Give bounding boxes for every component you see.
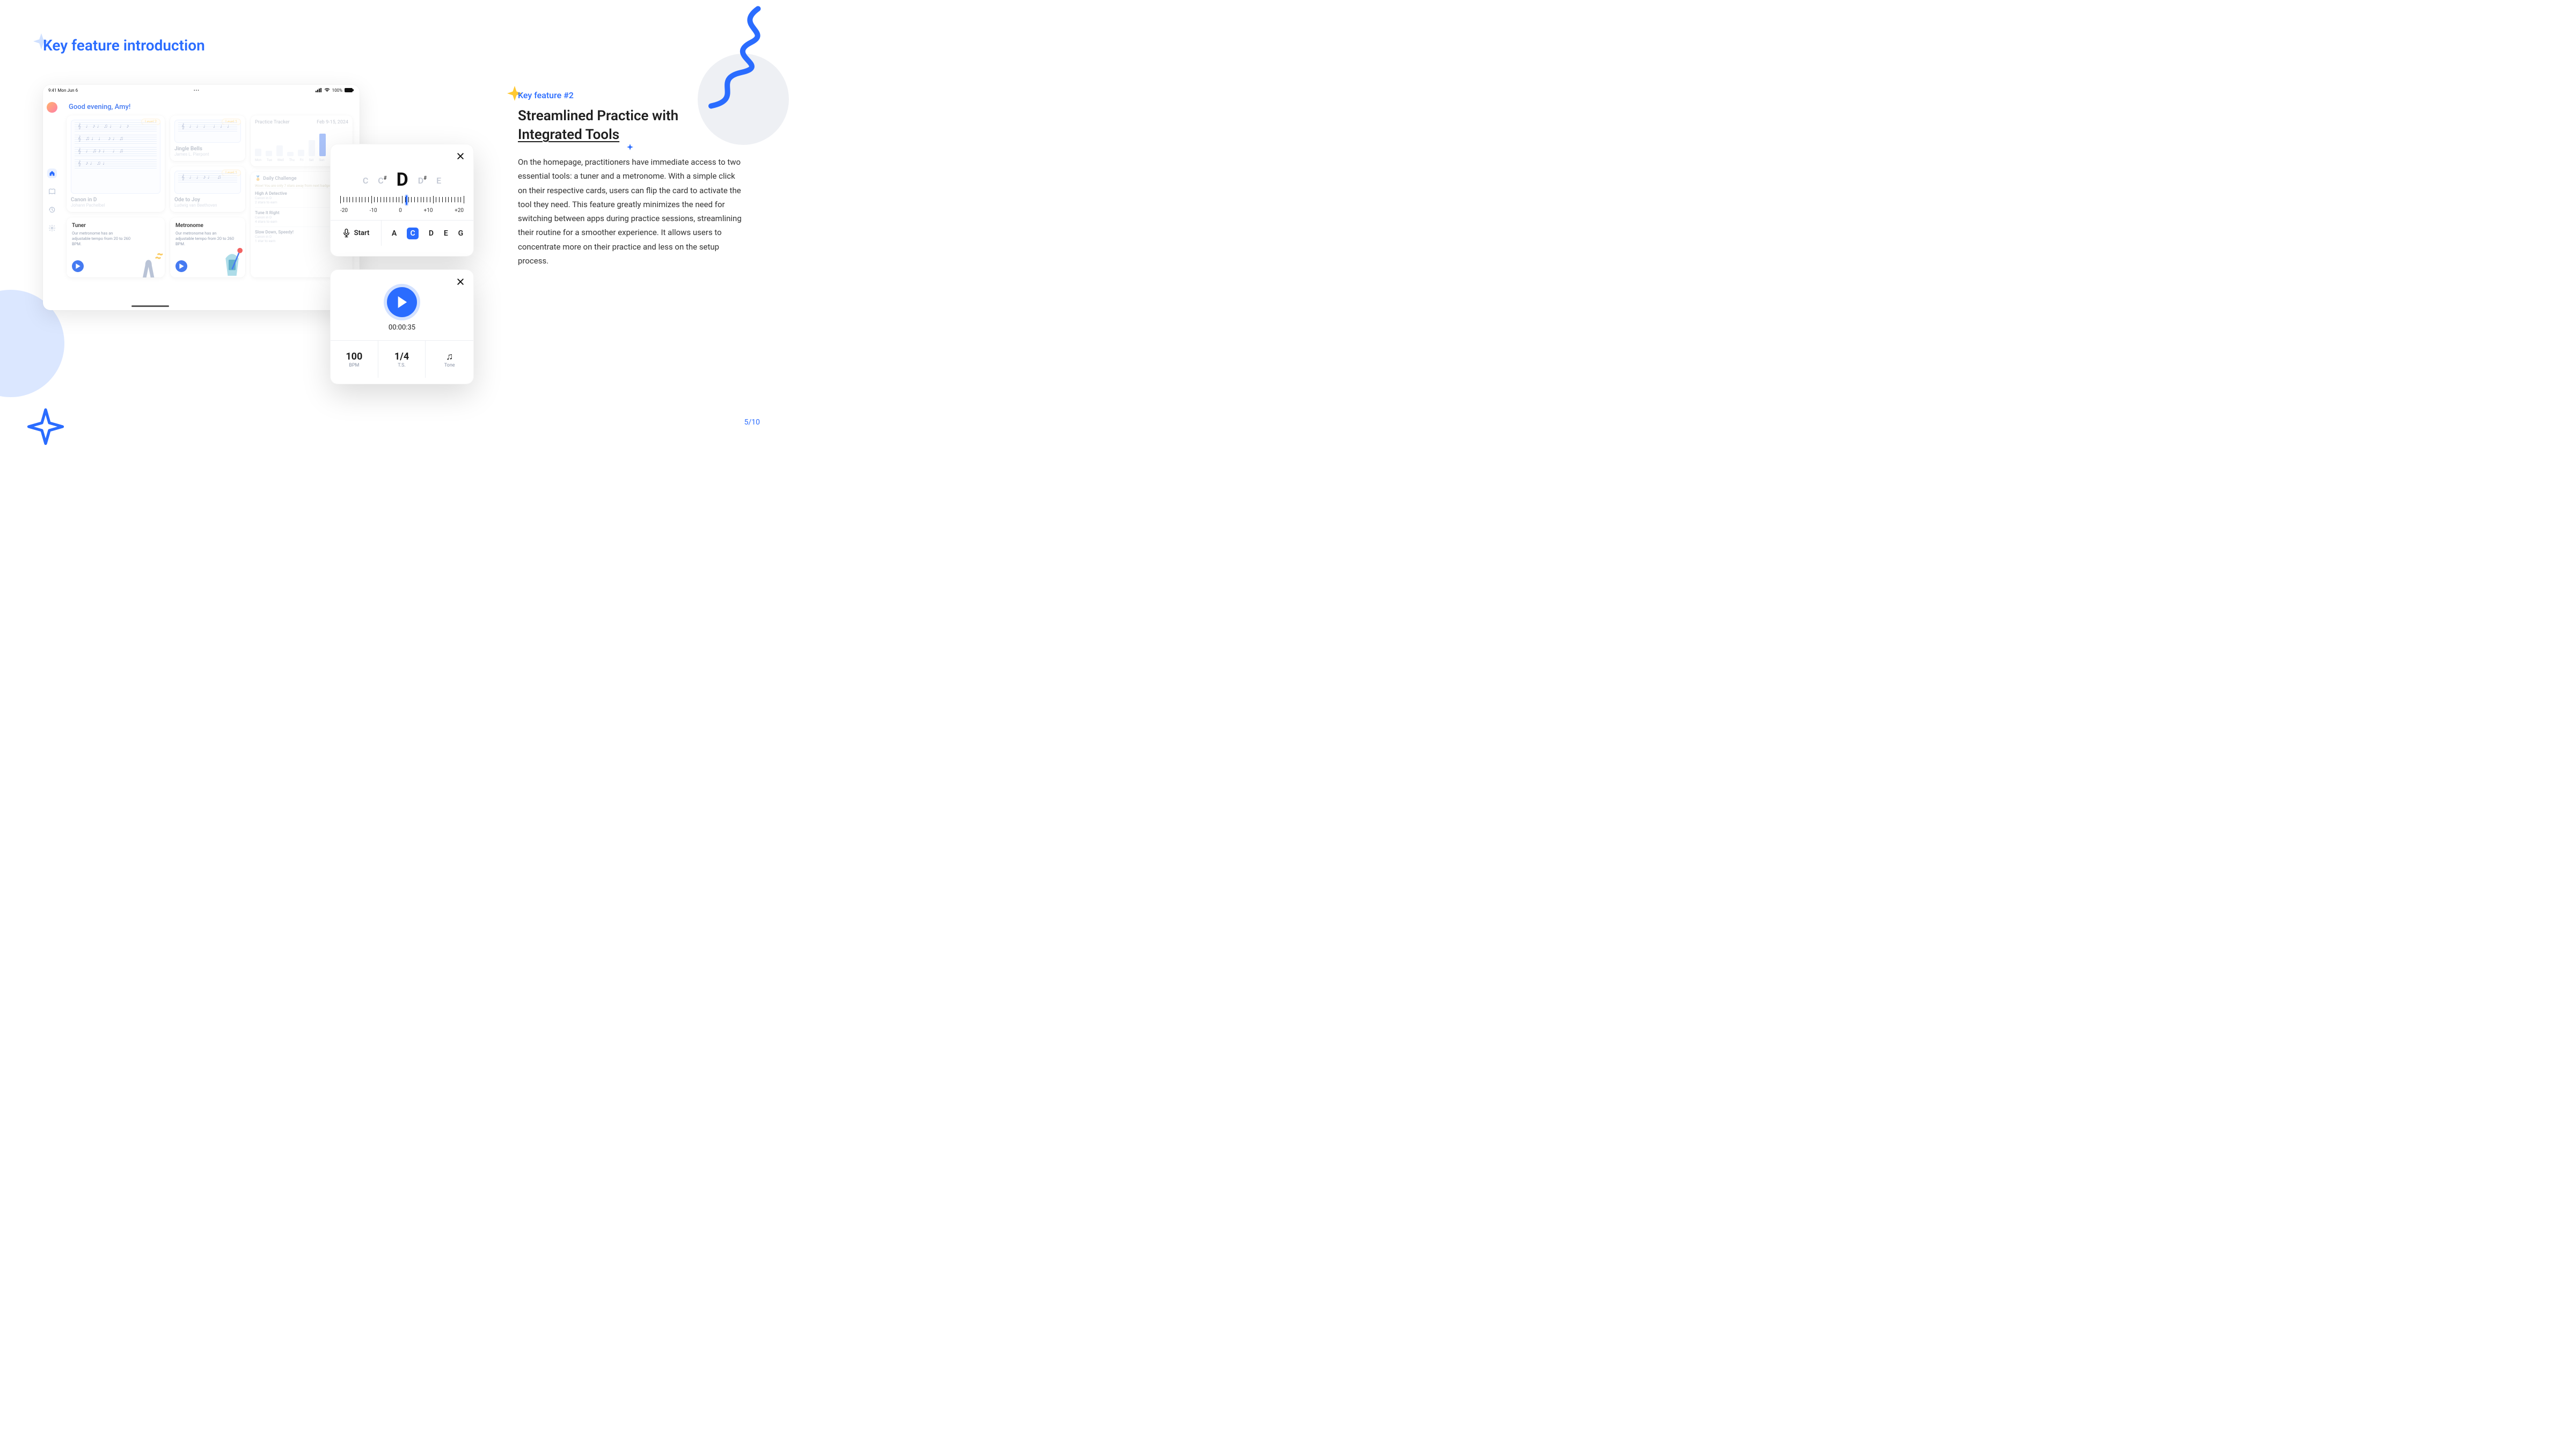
- song-title: Canon in D: [71, 197, 160, 203]
- badge-icon: 🏅: [255, 176, 261, 181]
- metronome-card[interactable]: Metronome Our metronome has an adjustabl…: [170, 217, 245, 277]
- status-bar: 9:41 Mon Jun 6 ••• 100%: [43, 85, 360, 94]
- day-label: Wed: [277, 158, 284, 162]
- song-card-small[interactable]: Level 1 𝄞 ♩♩♩ ♩♩♩ Jingle Bells James L. …: [170, 115, 245, 161]
- scale-num: 0: [399, 208, 402, 214]
- avatar[interactable]: [47, 102, 57, 113]
- song-composer: Johann Pachelbel: [71, 203, 160, 208]
- bpm-label: BPM: [349, 363, 359, 368]
- ts-label: T.S.: [398, 363, 406, 368]
- tuner-popup: C C# D D# E -20 -10 0 +10 +20 Start A C …: [330, 144, 474, 257]
- note-near-left: C#: [378, 175, 386, 186]
- tuner-indicator: [406, 195, 407, 205]
- page-title: Key feature introduction: [43, 36, 205, 54]
- headline-line2: Integrated Tools: [518, 127, 619, 143]
- tuner-letter[interactable]: D: [429, 229, 434, 238]
- tone-value: ♫: [446, 351, 453, 362]
- song-card-small[interactable]: Level 1 𝄞 ♩♩♪♩ ♫ Ode to Joy Ludwig van B…: [170, 166, 245, 212]
- tuner-note-row: C C# D D# E: [331, 167, 473, 188]
- status-time: 9:41 Mon Jun 6: [48, 88, 78, 93]
- metronome-title: Metronome: [175, 223, 240, 229]
- note-center: D: [397, 169, 408, 191]
- scale-num: +20: [455, 208, 464, 214]
- scale-num: -20: [340, 208, 348, 214]
- feature-body: On the homepage, practitioners have imme…: [518, 155, 743, 268]
- page-number: 5/10: [744, 418, 760, 427]
- headline-line1: Streamlined Practice with: [518, 108, 678, 124]
- challenge-title: Daily Challenge: [263, 176, 296, 181]
- day-label: Fri: [300, 158, 304, 162]
- sheet-preview: 𝄞 ♩♩♩ ♩♩♩: [174, 120, 241, 143]
- time-sig-cell[interactable]: 1/4 T.S.: [378, 341, 426, 378]
- start-label: Start: [354, 229, 370, 237]
- level-badge: Level 1: [222, 119, 241, 125]
- tone-label: Tone: [444, 363, 455, 368]
- note-far-right: E: [436, 175, 441, 186]
- close-button[interactable]: [455, 276, 466, 287]
- feature-tag: Key feature #2: [518, 90, 743, 100]
- signal-icon: [316, 88, 322, 92]
- home-icon[interactable]: [47, 169, 57, 178]
- feature-description-column: Key feature #2 Streamlined Practice with…: [518, 90, 743, 268]
- play-button[interactable]: [387, 287, 417, 317]
- home-indicator: [131, 305, 169, 307]
- ts-value: 1/4: [394, 351, 409, 362]
- day-label: Thu: [289, 158, 295, 162]
- tuner-letter-row: A C D E G: [382, 221, 473, 246]
- metronome-popup: 00:00:35 100 BPM 1/4 T.S. ♫ Tone: [330, 269, 474, 384]
- tuner-title: Tuner: [72, 223, 159, 229]
- day-label: Sun: [319, 158, 324, 162]
- play-button[interactable]: [72, 260, 84, 272]
- metronome-timer: 00:00:35: [331, 324, 473, 332]
- gear-icon[interactable]: [47, 223, 57, 233]
- tuner-card[interactable]: Tuner Our metronome has an adjustable te…: [67, 217, 165, 277]
- battery-icon: [345, 88, 354, 92]
- song-card-big[interactable]: Level 2 𝄞 ♩♪♩♫♩ ♩♪ 𝄞 ♫♩♩ ♪♩♫ 𝄞 ♩♫♪♩ ♩♫ 𝄞…: [67, 115, 165, 212]
- scale-num: -10: [370, 208, 377, 214]
- day-label: Sat: [309, 158, 314, 162]
- tuner-letter[interactable]: G: [458, 229, 464, 238]
- tuner-desc: Our metronome has an adjustable tempo fr…: [72, 231, 131, 246]
- wifi-icon: [324, 88, 330, 92]
- mic-icon: [342, 229, 350, 238]
- tuner-letter-selected[interactable]: C: [407, 228, 419, 239]
- song-composer: Ludwig van Beethoven: [174, 203, 241, 208]
- tuner-letter[interactable]: A: [392, 229, 397, 238]
- song-composer: James L. Pierpont: [174, 152, 241, 157]
- tone-cell[interactable]: ♫ Tone: [426, 341, 473, 378]
- tuner-start-button[interactable]: Start: [331, 221, 382, 246]
- sparkle-icon: [27, 408, 64, 445]
- tuning-fork-icon: [130, 245, 165, 277]
- day-label: Mon: [255, 158, 261, 162]
- history-icon[interactable]: [47, 205, 57, 215]
- feature-headline: Streamlined Practice with Integrated Too…: [518, 107, 743, 144]
- tuner-letter[interactable]: E: [444, 229, 448, 238]
- song-title: Ode to Joy: [174, 197, 241, 203]
- level-badge: Level 2: [141, 119, 160, 125]
- note-near-right: D#: [418, 175, 427, 186]
- book-icon[interactable]: [47, 187, 57, 196]
- day-label: Tue: [267, 158, 272, 162]
- note-far-left: C: [363, 175, 368, 186]
- battery-pct: 100%: [332, 88, 342, 93]
- metronome-icon: [215, 245, 245, 277]
- scale-num: +10: [424, 208, 433, 214]
- metronome-desc: Our metronome has an adjustable tempo fr…: [175, 231, 235, 246]
- greeting: Good evening, Amy!: [69, 103, 354, 111]
- play-button[interactable]: [175, 260, 187, 272]
- level-badge: Level 1: [222, 170, 241, 176]
- sheet-preview: 𝄞 ♩♪♩♫♩ ♩♪ 𝄞 ♫♩♩ ♪♩♫ 𝄞 ♩♫♪♩ ♩♫ 𝄞 ♪♩♫♩: [71, 120, 160, 194]
- bpm-value: 100: [346, 351, 362, 362]
- song-title: Jingle Bells: [174, 146, 241, 152]
- tracker-date: Feb 9-15, 2024: [317, 120, 348, 125]
- sidebar: [43, 97, 61, 310]
- sheet-preview: 𝄞 ♩♩♪♩ ♫: [174, 171, 241, 194]
- tracker-title: Practice Tracker: [255, 120, 290, 125]
- status-dots: •••: [194, 88, 200, 93]
- tablet-mockup: 9:41 Mon Jun 6 ••• 100%: [43, 85, 360, 310]
- close-button[interactable]: [455, 151, 466, 162]
- tuner-scale: [340, 196, 464, 207]
- bpm-cell[interactable]: 100 BPM: [331, 341, 378, 378]
